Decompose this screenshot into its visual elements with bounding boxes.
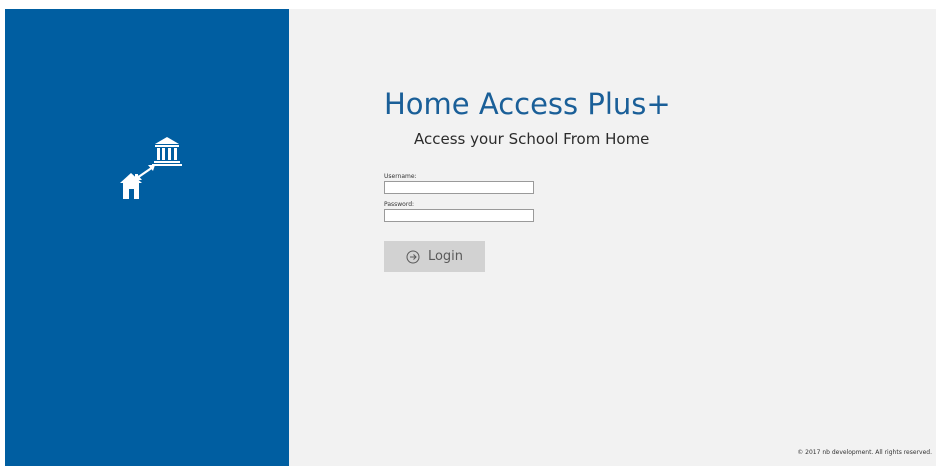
app-title: Home Access Plus+ <box>384 87 671 121</box>
login-button-label: Login <box>427 249 464 264</box>
app-subtitle: Access your School From Home <box>414 130 650 148</box>
username-label: Username: <box>384 173 417 180</box>
home-to-school-icon <box>120 137 182 199</box>
arrow-circle-right-icon <box>406 250 420 263</box>
login-page: Home Access Plus+ Access your School Fro… <box>0 0 936 466</box>
password-label: Password: <box>384 201 415 208</box>
login-button[interactable]: Login <box>384 241 485 272</box>
username-field[interactable] <box>384 181 534 194</box>
login-panel: Home Access Plus+ Access your School Fro… <box>289 9 936 466</box>
brand-panel <box>5 9 289 466</box>
password-field[interactable] <box>384 209 534 222</box>
copyright-footer: © 2017 nb development. All rights reserv… <box>797 449 932 456</box>
